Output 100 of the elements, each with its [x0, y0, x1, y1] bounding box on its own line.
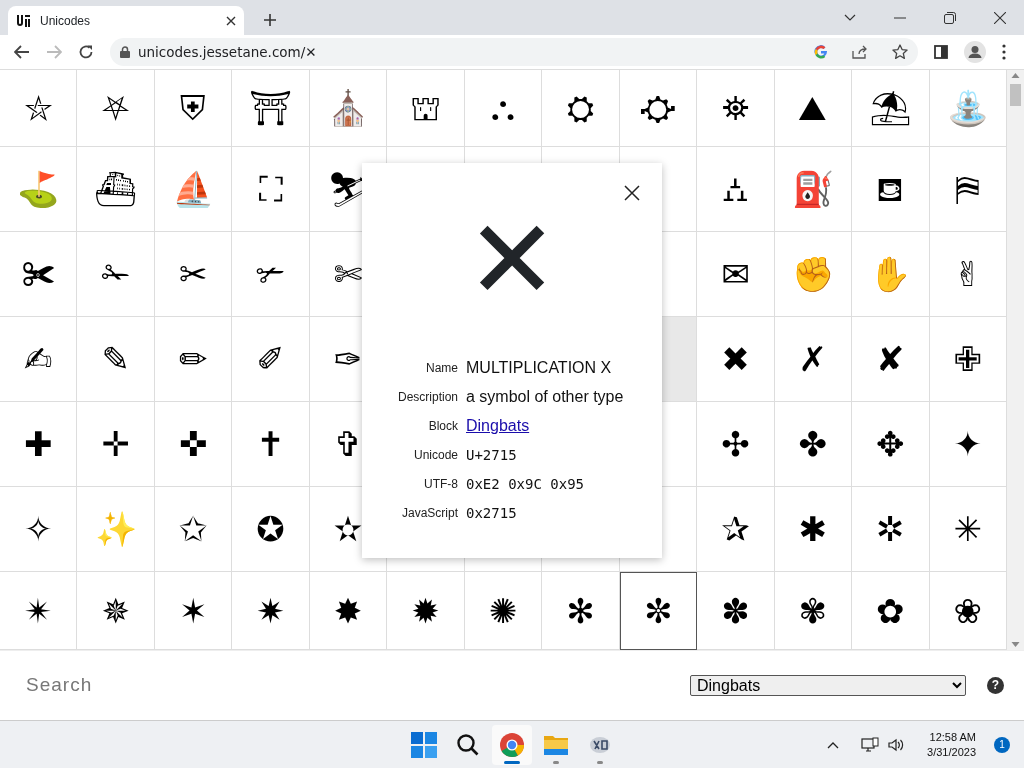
chevron-up-icon[interactable] [827, 740, 840, 749]
glyph-tile[interactable]: ✰ [697, 487, 775, 572]
minimize-icon[interactable] [894, 16, 906, 19]
glyph-tile[interactable]: ✚ [0, 402, 78, 487]
glyph-tile[interactable]: ⛵ [154, 147, 233, 232]
glyph-tile[interactable]: ✩ [154, 487, 233, 572]
block-select[interactable]: Dingbats [690, 675, 966, 696]
glyph-preview: ✕ [465, 205, 559, 326]
lock-icon [120, 46, 130, 58]
google-icon[interactable] [814, 45, 828, 59]
volume-icon[interactable] [887, 736, 906, 753]
scrollbar[interactable] [1007, 70, 1024, 650]
side-panel-icon[interactable] [934, 45, 948, 59]
glyph-tile[interactable]: ⛭ [542, 70, 620, 147]
field-label: UTF-8 [423, 476, 458, 493]
glyph-tile[interactable]: ⛩ [232, 70, 310, 147]
glyph-tile[interactable]: ✂ [154, 232, 233, 317]
glyph-tile[interactable]: ✉ [697, 232, 775, 317]
close-icon[interactable] [226, 15, 236, 26]
glyph-tile[interactable]: ✼ [619, 572, 698, 650]
glyph-tile[interactable]: ⛰ [774, 70, 853, 147]
glyph-tile[interactable]: ⛽ [774, 147, 853, 232]
glyph-tile[interactable]: ✧ [0, 487, 78, 572]
glyph-tile[interactable]: ✌ [929, 232, 1007, 317]
glyph-tile[interactable]: ✳ [929, 487, 1007, 572]
glyph-tile[interactable]: ✀ [0, 232, 78, 317]
glyph-tile[interactable]: ✍ [0, 317, 78, 402]
glyph-tile[interactable]: ⛦ [0, 70, 78, 147]
field-label: Description [396, 389, 458, 406]
network-icon[interactable] [861, 736, 880, 753]
running-indicator [597, 760, 603, 764]
glyph-tile[interactable]: ❀ [929, 572, 1007, 650]
glyph-tile[interactable]: ✶ [154, 572, 233, 650]
menu-icon[interactable] [1002, 44, 1006, 60]
field-value: U+2715 [466, 445, 517, 465]
glyph-tile[interactable]: ⛶ [232, 147, 310, 232]
glyph-tile[interactable]: ✸ [309, 572, 388, 650]
close-icon[interactable] [994, 11, 1006, 24]
restore-icon[interactable] [944, 11, 956, 24]
glyph-tile[interactable]: ⛼ [697, 147, 775, 232]
star-icon[interactable] [892, 44, 908, 60]
glyph-tile[interactable]: ✱ [774, 487, 853, 572]
glyph-tile[interactable]: ⛬ [464, 70, 543, 147]
glyph-tile[interactable]: ✖ [697, 317, 775, 402]
new-tab-icon[interactable] [263, 13, 277, 27]
glyph-tile[interactable]: ✹ [387, 572, 465, 650]
profile-icon[interactable] [964, 41, 986, 63]
field-label: Name [425, 360, 458, 377]
glyph-tile[interactable]: ⛧ [77, 70, 155, 147]
glyph-tile[interactable]: ✜ [154, 402, 233, 487]
glyph-tile[interactable]: ✾ [774, 572, 853, 650]
glyph-tile[interactable]: ⛱ [852, 70, 930, 147]
reload-icon[interactable] [78, 44, 94, 60]
glyph-tile[interactable]: ✴ [0, 572, 78, 650]
glyph-tile[interactable]: ✛ [77, 402, 155, 487]
clock-date[interactable]: 3/31/2023 [927, 744, 976, 760]
glyph-tile[interactable]: ⛮ [619, 70, 698, 147]
glyph-tile[interactable]: ⛨ [154, 70, 233, 147]
glyph-tile[interactable]: ✤ [774, 402, 853, 487]
glyph-tile[interactable]: ✿ [852, 572, 930, 650]
back-icon[interactable] [14, 45, 30, 59]
glyph-tile[interactable]: ✺ [464, 572, 543, 650]
glyph-tile[interactable]: ⛾ [852, 147, 930, 232]
address-bar[interactable]: unicodes.jessetane.com/✕ [110, 38, 918, 66]
browser-tab[interactable]: Unicodes [8, 6, 244, 35]
glyph-tile[interactable]: ✃ [232, 232, 310, 317]
glyph-tile[interactable]: ✦ [929, 402, 1007, 487]
glyph-tile[interactable]: ⛪ [309, 70, 388, 147]
glyph-tile[interactable]: ✗ [774, 317, 853, 402]
glyph-tile[interactable]: ✲ [852, 487, 930, 572]
glyph-tile[interactable]: ✽ [697, 572, 775, 650]
glyph-tile[interactable]: ✥ [852, 402, 930, 487]
glyph-tile[interactable]: ✏ [154, 317, 233, 402]
scrollbar-thumb[interactable] [1010, 84, 1021, 106]
help-button[interactable]: ? [987, 677, 1004, 694]
chevron-down-icon[interactable] [844, 13, 856, 22]
share-icon[interactable] [852, 45, 868, 59]
glyph-tile[interactable]: ✙ [929, 317, 1007, 402]
glyph-tile[interactable]: ✐ [232, 317, 310, 402]
glyph-tile[interactable]: ✻ [542, 572, 620, 650]
close-icon[interactable] [624, 185, 640, 201]
glyph-tile[interactable]: ⛫ [387, 70, 465, 147]
field-label: JavaScript [400, 505, 458, 522]
block-link[interactable]: Dingbats [466, 417, 530, 434]
tab-title: Unicodes [40, 12, 92, 30]
glyph-tile[interactable]: ⛿ [929, 147, 1007, 232]
notification-badge[interactable]: 1 [994, 736, 1010, 753]
glyph-tile[interactable]: ✷ [232, 572, 310, 650]
field-value: 0xE2 0x9C 0x95 [466, 474, 584, 494]
running-indicator [504, 760, 520, 764]
clock-time[interactable]: 12:58 AM [927, 729, 976, 745]
glyph-tile[interactable]: ✘ [852, 317, 930, 402]
glyph-tile[interactable]: ✣ [697, 402, 775, 487]
glyph-tile[interactable]: ✁ [77, 232, 155, 317]
glyph-tile[interactable]: ⛴ [77, 147, 155, 232]
glyph-tile[interactable]: ✪ [232, 487, 310, 572]
glyph-tile[interactable]: ✝ [232, 402, 310, 487]
glyph-tile[interactable]: ⛯ [697, 70, 775, 147]
glyph-tile[interactable]: ✎ [77, 317, 155, 402]
glyph-tile[interactable]: ✵ [77, 572, 155, 650]
